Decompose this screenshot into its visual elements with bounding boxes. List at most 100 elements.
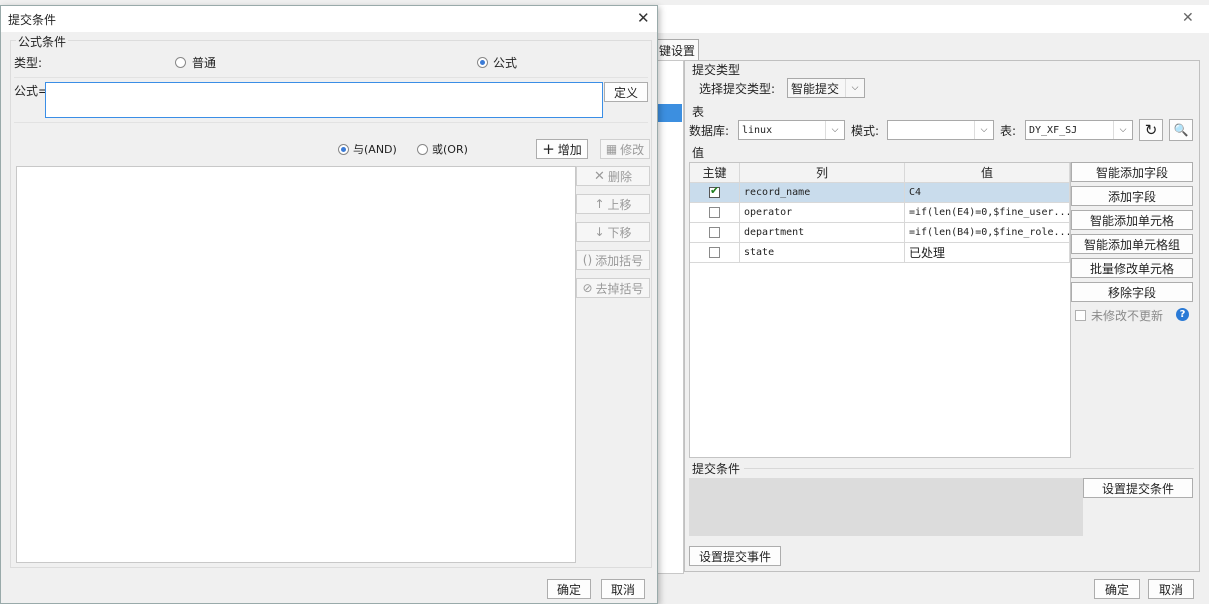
arrow-down-icon: ↓ [594,225,605,239]
background-close-icon[interactable]: ✕ [1182,10,1194,26]
type-divider [14,77,648,78]
left-strip [657,60,684,574]
smart-add-cell-group-button[interactable]: 智能添加单元格组 [1071,234,1193,254]
logic-and-label[interactable]: 与(AND) [353,141,397,157]
preview-table-button[interactable]: 🔍 [1169,119,1193,141]
remove-field-button[interactable]: 移除字段 [1071,282,1193,302]
checkbox-checked-icon[interactable]: ✔ [709,184,720,198]
dialog-ok-button[interactable]: 确定 [547,579,591,599]
unmodified-no-update-label: 未修改不更新 [1091,309,1164,323]
value-cell[interactable]: C4 [905,183,1070,203]
add-condition-label: 增加 [557,142,582,157]
chevron-down-icon: ⌵ [845,79,864,97]
remove-bracket-icon: ⊘ [582,281,593,295]
define-button[interactable]: 定义 [604,82,648,102]
column-cell[interactable]: department [740,223,905,243]
type-label: 类型: [14,56,43,70]
modify-condition-button[interactable]: ▦ 修改 [600,139,650,159]
smart-add-field-button[interactable]: 智能添加字段 [1071,162,1193,182]
submit-type-select[interactable]: 智能提交 ⌵ [787,78,865,98]
select-submit-type-label: 选择提交类型: [699,82,776,96]
table-select[interactable]: DY_XF_SJ ⌵ [1025,120,1133,140]
smart-add-cell-button[interactable]: 智能添加单元格 [1071,210,1193,230]
formula-label: 公式= [14,84,49,98]
close-icon[interactable]: ✕ [637,9,650,27]
move-down-button[interactable]: ↓ 下移 [576,222,650,242]
unmodified-no-update-checkbox[interactable] [1075,310,1086,321]
help-icon[interactable]: ? [1176,308,1189,321]
modify-icon: ▦ [605,142,618,156]
grid-header-key: 主键 [690,163,740,183]
add-bracket-button[interactable]: () 添加括号 [576,250,650,270]
set-submit-event-button[interactable]: 设置提交事件 [689,546,781,566]
chevron-down-icon: ⌵ [974,121,993,139]
set-submit-condition-button[interactable]: 设置提交条件 [1083,478,1193,498]
submit-type-section-label: 提交类型 [692,63,741,77]
values-section-label: 值 [692,146,705,160]
background-titlebar [655,5,1209,33]
type-formula-label[interactable]: 公式 [493,54,517,71]
condition-list[interactable] [16,166,576,563]
database-select[interactable]: linux ⌵ [738,120,845,140]
background-ok-button[interactable]: 确定 [1094,579,1140,599]
column-cell[interactable]: state [740,243,905,263]
database-label: 数据库: [689,124,730,138]
formula-input[interactable] [45,82,603,118]
key-cell[interactable] [690,203,740,223]
arrow-up-icon: ↑ [594,197,605,211]
key-cell[interactable] [690,223,740,243]
move-up-label: 上移 [607,197,632,212]
plus-icon: + [542,140,555,158]
tab-key-settings[interactable]: 键设置 [655,39,699,60]
delete-button[interactable]: ✕ 删除 [576,166,650,186]
type-normal-radio[interactable] [175,57,186,68]
grid-header-column: 列 [740,163,905,183]
delete-icon: ✕ [594,168,605,184]
key-cell[interactable] [690,243,740,263]
move-down-label: 下移 [607,225,632,240]
key-cell[interactable]: ✔ [690,183,740,203]
logic-or-label[interactable]: 或(OR) [432,141,468,157]
refresh-button[interactable]: ↻ [1139,119,1163,141]
chevron-down-icon: ⌵ [1113,121,1132,139]
database-value: linux [742,124,773,136]
dialog-cancel-button[interactable]: 取消 [601,579,645,599]
value-cell[interactable]: 已处理 [905,243,1070,263]
checkbox-icon[interactable] [709,207,720,218]
table-label: 表: [1000,124,1017,138]
formula-condition-group-label: 公式条件 [16,33,69,50]
logic-or-radio[interactable] [417,144,428,155]
submit-type-value: 智能提交 [791,81,840,96]
move-up-button[interactable]: ↑ 上移 [576,194,650,214]
chevron-down-icon: ⌵ [825,121,844,139]
column-cell[interactable]: record_name [740,183,905,203]
left-strip-selection [658,104,682,122]
type-normal-label[interactable]: 普通 [192,54,216,71]
checkbox-icon[interactable] [709,227,720,238]
checkbox-icon[interactable] [709,247,720,258]
add-bracket-label: 添加括号 [595,253,644,268]
column-cell[interactable]: operator [740,203,905,223]
refresh-icon: ↻ [1144,121,1158,139]
schema-select[interactable]: ⌵ [887,120,994,140]
bracket-icon: () [582,253,593,267]
value-cell[interactable]: =if(len(B4)=0,$fine_role... [905,223,1070,243]
logic-and-radio[interactable] [338,144,349,155]
add-field-button[interactable]: 添加字段 [1071,186,1193,206]
add-condition-button[interactable]: + 增加 [536,139,588,159]
schema-label: 模式: [851,124,880,138]
batch-modify-cell-button[interactable]: 批量修改单元格 [1071,258,1193,278]
modify-condition-label: 修改 [620,142,645,157]
submit-condition-display [689,478,1083,536]
dialog-titlebar [1,6,657,32]
section-divider [744,468,1194,469]
dialog-title: 提交条件 [8,13,57,27]
values-grid: 主键 列 值 ✔ record_name C4 operator =if(len… [689,162,1071,458]
value-cell[interactable]: =if(len(E4)=0,$fine_user... [905,203,1070,223]
formula-divider [14,122,648,123]
remove-bracket-label: 去掉括号 [595,281,644,296]
remove-bracket-button[interactable]: ⊘ 去掉括号 [576,278,650,298]
submit-condition-section-label: 提交条件 [692,462,741,476]
background-cancel-button[interactable]: 取消 [1148,579,1194,599]
type-formula-radio[interactable] [477,57,488,68]
